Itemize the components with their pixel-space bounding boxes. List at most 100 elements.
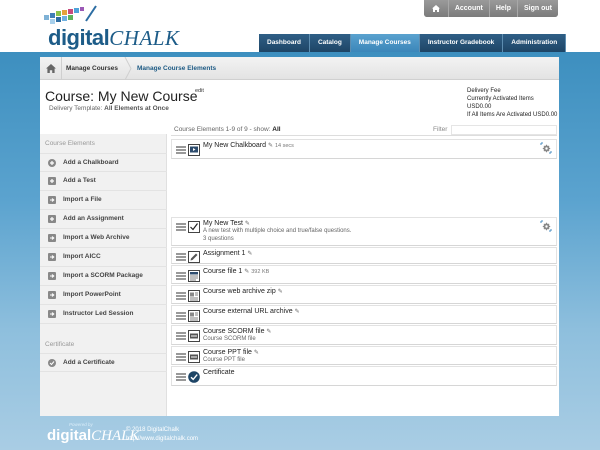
course-elements-summary: Course Elements 1-9 of 9 - show: All <box>174 126 281 133</box>
edit-pencil-icon[interactable]: ✎ <box>244 269 249 275</box>
import-icon <box>48 310 56 318</box>
course-element-row-course-web-archive-zip[interactable]: Course web archive zip ✎ <box>171 285 557 304</box>
nav-catalog[interactable]: Catalog <box>309 34 351 52</box>
edit-pencil-icon[interactable]: ✎ <box>278 289 283 295</box>
edit-pencil-icon[interactable]: ✎ <box>254 350 259 356</box>
course-element-title[interactable]: Course file 1 ✎ 392 KB <box>203 268 269 275</box>
drag-handle-icon[interactable] <box>176 223 186 232</box>
course-element-title[interactable]: My New Test ✎ <box>203 220 250 227</box>
plus-square-icon <box>48 215 56 223</box>
import-icon <box>48 234 56 242</box>
course-element-row-certificate[interactable]: Certificate <box>171 366 557 386</box>
course-element-row-course-scorm-file[interactable]: Course SCORM file ✎ Course SCORM file <box>171 325 557 345</box>
course-element-title[interactable]: Course SCORM file ✎ <box>203 328 271 335</box>
delivery-template-value: All Elements at Once <box>104 105 169 112</box>
home-icon[interactable] <box>46 64 56 73</box>
edit-pencil-icon[interactable]: ✎ <box>268 143 273 149</box>
course-element-row-my-new-test[interactable]: My New Test ✎ A new test with multiple ch… <box>171 217 557 246</box>
edit-pencil-icon[interactable]: ✎ <box>295 309 300 315</box>
nav-dashboard[interactable]: Dashboard <box>259 34 310 52</box>
certificate-check-icon <box>188 371 200 383</box>
help-link[interactable]: Help <box>488 0 517 17</box>
sidebar-item-label: Import AICC <box>63 253 101 260</box>
home-icon <box>431 4 440 12</box>
course-element-title[interactable]: Course web archive zip ✎ <box>203 288 283 295</box>
sidebar-item-add-a-test[interactable]: Add a Test <box>40 172 167 191</box>
course-elements-header: Course Elements 1-9 of 9 - show: All Fil… <box>171 125 557 136</box>
sidebar-item-add-a-chalkboard[interactable]: Add a Chalkboard <box>40 153 167 172</box>
import-icon <box>48 291 56 299</box>
course-element-title[interactable]: Assignment 1 ✎ <box>203 250 252 257</box>
sidebar-item-label: Import a SCORM Package <box>63 272 143 279</box>
course-element-row-course-ppt-file[interactable]: Course PPT file ✎ Course PPT file <box>171 346 557 365</box>
sidebar-item-import-powerpoint[interactable]: Import PowerPoint <box>40 286 167 305</box>
course-element-title[interactable]: Course PPT file ✎ <box>203 349 259 356</box>
digitalchalk-logo[interactable]: digitalCHALK <box>40 5 180 50</box>
course-element-row-assignment-1[interactable]: Assignment 1 ✎ <box>171 247 557 264</box>
course-element-title[interactable]: Course external URL archive ✎ <box>203 308 300 315</box>
plus-circle-icon <box>48 159 56 167</box>
course-element-meta: 14 secs <box>274 143 294 149</box>
sidebar-item-import-a-file[interactable]: Import a File <box>40 191 167 210</box>
course-element-row-course-file-1[interactable]: Course file 1 ✎ 392 KB <box>171 265 557 284</box>
sign-out-link[interactable]: Sign out <box>517 0 558 17</box>
nav-administration[interactable]: Administration <box>503 34 567 52</box>
sidebar-item-label: Add a Chalkboard <box>63 159 119 166</box>
footer-copyright: © 2018 DigitalChalk http://www.digitalch… <box>126 426 198 444</box>
sidebar-item-instructor-led-session[interactable]: Instructor Led Session <box>40 305 167 324</box>
show-all-link[interactable]: All <box>272 126 280 133</box>
page-title: Course: My New Course <box>45 88 198 104</box>
main-nav: Dashboard Catalog Manage Courses Instruc… <box>259 34 567 52</box>
copyright-text: © 2018 DigitalChalk <box>126 427 180 433</box>
scorm-icon <box>188 330 200 342</box>
course-element-row-course-external-url-archive[interactable]: Course external URL archive ✎ <box>171 305 557 324</box>
edit-pencil-icon[interactable]: ✎ <box>266 329 271 335</box>
drag-handle-icon[interactable] <box>176 292 186 301</box>
import-icon <box>48 196 56 204</box>
web-archive-icon <box>188 310 200 322</box>
sidebar-item-label: Add a Certificate <box>63 359 115 366</box>
course-element-description: Course PPT file <box>203 357 245 363</box>
breadcrumb-divider <box>61 57 62 80</box>
drag-handle-icon[interactable] <box>176 253 186 262</box>
delivery-fee-info: Delivery Fee Currently Activated Items U… <box>467 87 559 119</box>
gear-icon[interactable] <box>540 142 552 154</box>
nav-instructor-gradebook[interactable]: Instructor Gradebook <box>419 34 504 52</box>
course-element-title[interactable]: Certificate <box>203 369 235 376</box>
main-panel: Manage Courses Manage Course Elements Co… <box>40 57 559 416</box>
edit-pencil-icon[interactable]: ✎ <box>247 251 252 257</box>
sidebar-heading-course-elements: Course Elements <box>45 140 95 147</box>
sidebar-item-label: Import a Web Archive <box>63 234 130 241</box>
delivery-fee-heading: Delivery Fee <box>467 88 501 94</box>
nav-manage-courses[interactable]: Manage Courses <box>350 34 420 52</box>
home-button[interactable] <box>423 0 448 17</box>
course-element-row-my-new-chalkboard[interactable]: My New Chalkboard ✎ 14 secs <box>171 139 557 159</box>
footer-url-link[interactable]: http://www.digitalchalk.com <box>126 435 198 444</box>
edit-pencil-icon[interactable]: ✎ <box>245 221 250 227</box>
sidebar-item-import-a-web-archive[interactable]: Import a Web Archive <box>40 229 167 248</box>
import-icon <box>48 253 56 261</box>
sidebar-item-add-an-assignment[interactable]: Add an Assignment <box>40 210 167 229</box>
drag-handle-icon[interactable] <box>176 373 186 382</box>
drag-handle-icon[interactable] <box>176 146 186 155</box>
drag-handle-icon[interactable] <box>176 312 186 321</box>
drag-handle-icon[interactable] <box>176 332 186 341</box>
account-link[interactable]: Account <box>447 0 489 17</box>
sidebar-item-import-a-scorm-package[interactable]: Import a SCORM Package <box>40 267 167 286</box>
breadcrumb-manage-course-elements[interactable]: Manage Course Elements <box>137 65 216 72</box>
drag-handle-icon[interactable] <box>176 272 186 281</box>
sidebar-item-label: Add an Assignment <box>63 215 124 222</box>
delivery-template-label: Delivery Template: <box>49 105 103 112</box>
footer-logo[interactable]: Powered by digitalCHALK <box>47 422 140 446</box>
drag-handle-icon[interactable] <box>176 353 186 362</box>
filter-input[interactable] <box>451 125 557 135</box>
sidebar-item-import-aicc[interactable]: Import AICC <box>40 248 167 267</box>
breadcrumb-manage-courses[interactable]: Manage Courses <box>66 65 118 72</box>
gear-icon[interactable] <box>540 220 552 232</box>
edit-course-link[interactable]: edit <box>195 88 204 94</box>
header: digitalCHALK Account Help Sign out Dashb… <box>0 0 600 52</box>
course-element-title[interactable]: My New Chalkboard ✎ 14 secs <box>203 142 294 149</box>
file-icon <box>188 270 200 282</box>
sidebar-item-label: Import PowerPoint <box>63 291 121 298</box>
sidebar-item-add-certificate[interactable]: Add a Certificate <box>40 353 167 372</box>
